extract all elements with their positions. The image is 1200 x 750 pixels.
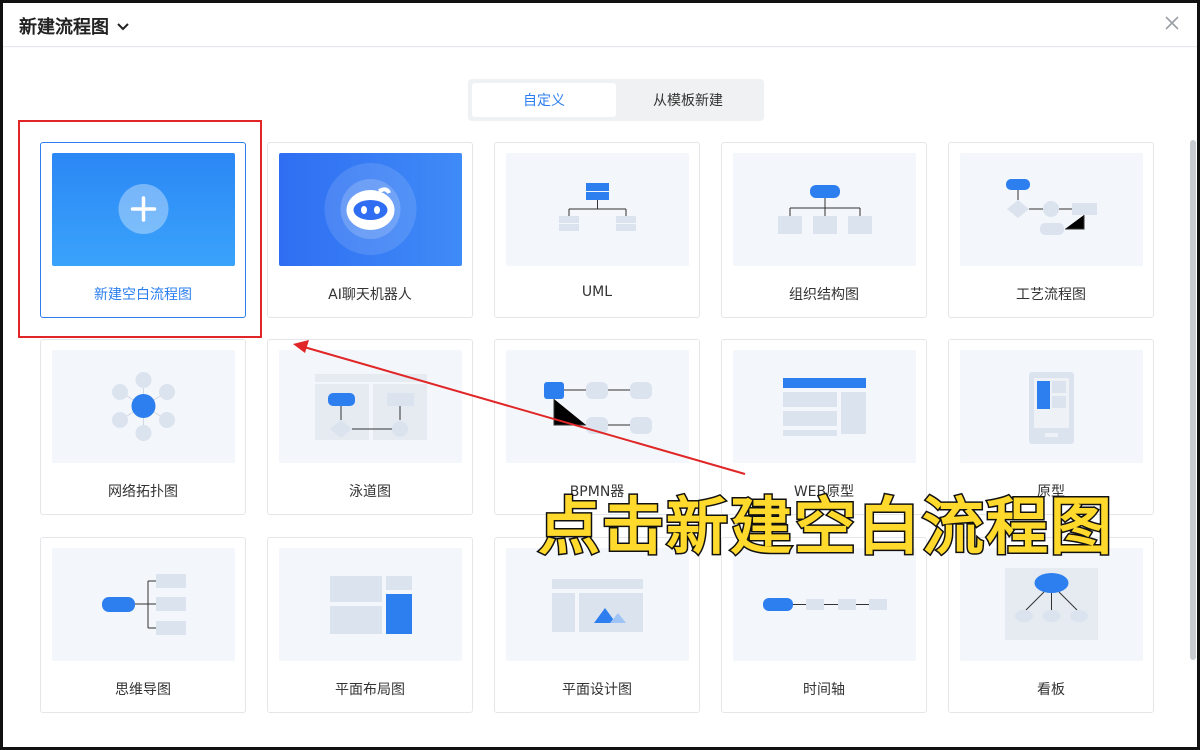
card-swimlane[interactable]: 泳道图 bbox=[267, 339, 473, 515]
card-org-chart[interactable]: 组织结构图 bbox=[721, 142, 927, 318]
card-new-blank-flowchart[interactable]: 新建空白流程图 bbox=[40, 142, 246, 318]
card-label: 看板 bbox=[1037, 682, 1065, 698]
card-bpmn[interactable]: BPMN器 bbox=[494, 339, 700, 515]
scrollbar[interactable] bbox=[1190, 140, 1196, 660]
org-chart-icon bbox=[778, 185, 872, 234]
card-timeline[interactable]: 时间轴 bbox=[721, 537, 927, 713]
card-process-flow[interactable]: 工艺流程图 bbox=[948, 142, 1154, 318]
card-thumbnail bbox=[52, 350, 235, 463]
card-thumbnail bbox=[960, 548, 1143, 661]
card-thumbnail bbox=[506, 350, 689, 463]
card-thumbnail bbox=[733, 350, 916, 463]
tab-custom[interactable]: 自定义 bbox=[472, 83, 616, 117]
card-label: 平面设计图 bbox=[562, 682, 632, 698]
dialog-title[interactable]: 新建流程图 bbox=[19, 13, 131, 39]
card-thumbnail bbox=[733, 548, 916, 661]
card-uml[interactable]: UML bbox=[494, 142, 700, 318]
card-label: 新建空白流程图 bbox=[94, 287, 192, 303]
card-graphic-design[interactable]: 平面设计图 bbox=[494, 537, 700, 713]
card-label: AI聊天机器人 bbox=[328, 287, 412, 303]
mind-map-icon bbox=[102, 574, 186, 635]
kanban-icon bbox=[1005, 568, 1098, 640]
card-label: BPMN器 bbox=[569, 484, 625, 500]
card-mobile-prototype[interactable]: 原型 bbox=[948, 339, 1154, 515]
plus-icon bbox=[118, 184, 169, 234]
chevron-down-icon bbox=[117, 23, 129, 31]
web-prototype-icon bbox=[783, 378, 866, 436]
close-icon[interactable] bbox=[1161, 12, 1183, 34]
card-network-topology[interactable]: 网络拓扑图 bbox=[40, 339, 246, 515]
graphic-design-icon bbox=[552, 579, 643, 632]
card-ai-chatbot[interactable]: AI聊天机器人 bbox=[267, 142, 473, 318]
dialog-title-text: 新建流程图 bbox=[19, 17, 109, 38]
card-thumbnail bbox=[960, 153, 1143, 266]
card-label: 思维导图 bbox=[115, 682, 171, 698]
card-label: 网络拓扑图 bbox=[108, 484, 178, 500]
dialog-header: 新建流程图 bbox=[3, 3, 1197, 47]
card-thumbnail bbox=[52, 153, 235, 266]
mobile-prototype-icon bbox=[1029, 372, 1074, 444]
card-label: 工艺流程图 bbox=[1016, 287, 1086, 303]
robot-icon bbox=[324, 163, 417, 255]
card-thumbnail bbox=[279, 548, 462, 661]
card-label: WEB原型 bbox=[793, 484, 855, 500]
card-label: UML bbox=[581, 284, 613, 300]
card-label: 时间轴 bbox=[803, 682, 845, 698]
tab-from-template[interactable]: 从模板新建 bbox=[616, 83, 760, 117]
mode-tabs: 自定义 从模板新建 bbox=[468, 79, 764, 121]
card-label: 原型 bbox=[1037, 484, 1065, 500]
bpmn-icon bbox=[544, 382, 652, 434]
card-thumbnail bbox=[733, 153, 916, 266]
card-thumbnail bbox=[960, 350, 1143, 463]
card-label: 组织结构图 bbox=[789, 287, 859, 303]
card-floor-layout[interactable]: 平面布局图 bbox=[267, 537, 473, 713]
card-thumbnail bbox=[506, 548, 689, 661]
card-label: 平面布局图 bbox=[335, 682, 405, 698]
card-thumbnail bbox=[506, 153, 689, 266]
floor-layout-icon bbox=[330, 576, 412, 634]
process-flow-icon bbox=[1006, 179, 1097, 235]
card-thumbnail bbox=[52, 548, 235, 661]
card-label: 泳道图 bbox=[349, 484, 391, 500]
card-thumbnail bbox=[279, 153, 462, 266]
timeline-icon bbox=[763, 598, 887, 611]
swimlane-icon bbox=[315, 374, 427, 440]
network-topology-icon bbox=[112, 372, 175, 441]
card-mind-map[interactable]: 思维导图 bbox=[40, 537, 246, 713]
card-thumbnail bbox=[279, 350, 462, 463]
uml-diagram-icon bbox=[559, 183, 636, 231]
card-kanban[interactable]: 看板 bbox=[948, 537, 1154, 713]
card-web-prototype[interactable]: WEB原型 bbox=[721, 339, 927, 515]
